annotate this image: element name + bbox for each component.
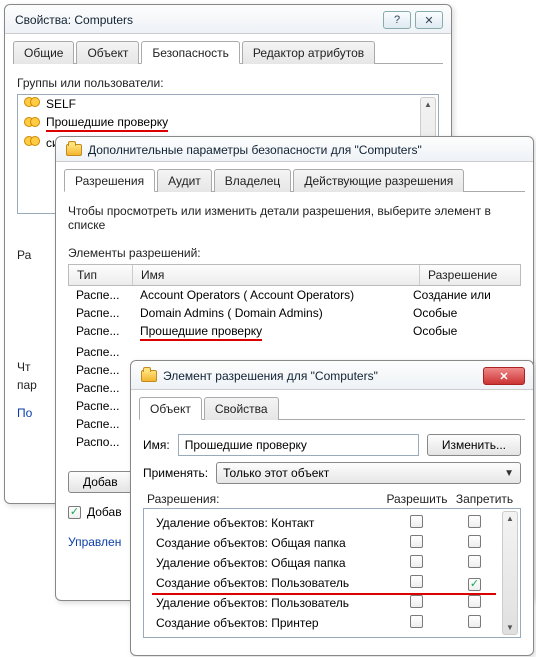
apply-label: Применять:	[143, 466, 208, 480]
name-label: Имя:	[143, 438, 170, 452]
titlebar: Дополнительные параметры безопасности дл…	[56, 137, 533, 162]
change-button[interactable]: Изменить...	[427, 434, 521, 456]
manage-link[interactable]: Управлен	[68, 535, 121, 549]
close-button[interactable]: ✕	[483, 367, 525, 385]
allow-header: Разрешить	[382, 492, 452, 506]
window-title: Элемент разрешения для "Computers"	[163, 369, 378, 383]
close-button[interactable]: ✕	[415, 11, 443, 29]
permission-label: Создание объектов: Общая папка	[148, 536, 381, 550]
folder-icon	[66, 144, 82, 156]
include-label: Добав	[87, 505, 122, 519]
help-button[interactable]: ?	[383, 11, 411, 29]
entries-label: Элементы разрешений:	[68, 246, 521, 260]
deny-checkbox[interactable]	[468, 555, 481, 568]
tab-effective[interactable]: Действующие разрешения	[293, 169, 464, 192]
list-item-label: Прошедшие проверку	[46, 115, 168, 132]
tab-general[interactable]: Общие	[13, 41, 74, 64]
permission-label: Создание объектов: Принтер	[148, 616, 381, 630]
apply-value: Только этот объект	[223, 466, 329, 480]
col-perm[interactable]: Разрешение	[420, 265, 520, 285]
permission-label: Удаление объектов: Пользователь	[148, 596, 381, 610]
allow-checkbox[interactable]	[410, 575, 423, 588]
tab-permissions[interactable]: Разрешения	[64, 169, 155, 192]
users-icon	[24, 117, 40, 131]
tab-attributes[interactable]: Редактор атрибутов	[242, 41, 375, 64]
allow-checkbox[interactable]	[410, 595, 423, 608]
permission-row: Создание объектов: Пользователь	[144, 573, 520, 593]
window-buttons: ✕	[483, 367, 525, 385]
name-row: Имя: Прошедшие проверку Изменить...	[143, 434, 521, 456]
tabs: Разрешения Аудит Владелец Действующие ра…	[64, 168, 525, 192]
table-row[interactable]: Распе... Domain Admins ( Domain Admins) …	[68, 304, 521, 322]
permission-label: Создание объектов: Пользователь	[148, 576, 381, 590]
deny-checkbox[interactable]	[468, 515, 481, 528]
tab-object[interactable]: Объект	[76, 41, 139, 64]
include-checkbox[interactable]	[68, 506, 81, 519]
allow-checkbox[interactable]	[410, 535, 423, 548]
window-title: Дополнительные параметры безопасности дл…	[88, 143, 422, 157]
table-header: Тип Имя Разрешение	[68, 264, 521, 286]
permission-row: Создание объектов: Принтер	[144, 613, 520, 633]
tab-object[interactable]: Объект	[139, 397, 202, 420]
perm-header-label: Разрешения:	[147, 492, 382, 506]
scrollbar[interactable]	[502, 511, 518, 635]
window-title: Свойства: Computers	[15, 13, 133, 27]
tab-audit[interactable]: Аудит	[157, 169, 212, 192]
tab-properties[interactable]: Свойства	[204, 397, 279, 420]
tab-owner[interactable]: Владелец	[214, 169, 292, 192]
deny-checkbox[interactable]	[468, 578, 481, 591]
tab-security[interactable]: Безопасность	[141, 41, 240, 64]
table-row[interactable]: Распе... Прошедшие проверку Особые	[68, 322, 521, 343]
advanced-link[interactable]: По	[17, 406, 32, 420]
col-type[interactable]: Тип	[69, 265, 133, 285]
permission-row: Удаление объектов: Общая папка	[144, 553, 520, 573]
apply-row: Применять: Только этот объект ▼	[143, 462, 521, 484]
folder-icon	[141, 370, 157, 382]
users-icon	[24, 136, 40, 150]
permission-row: Создание объектов: Общая папка	[144, 533, 520, 553]
permissions-listbox: Удаление объектов: Контакт Создание объек…	[143, 508, 521, 638]
permission-row: Удаление объектов: Контакт	[144, 513, 520, 533]
list-item-label: SELF	[46, 97, 76, 111]
table-row[interactable]: Распе...	[68, 343, 521, 361]
deny-checkbox[interactable]	[468, 535, 481, 548]
add-button[interactable]: Добав	[68, 471, 133, 493]
deny-header: Запретить	[452, 492, 517, 506]
apply-select[interactable]: Только этот объект ▼	[216, 462, 521, 484]
tabs: Общие Объект Безопасность Редактор атриб…	[13, 40, 443, 64]
object-pane: Имя: Прошедшие проверку Изменить... Прим…	[131, 420, 533, 646]
chevron-down-icon: ▼	[504, 468, 514, 479]
titlebar: Элемент разрешения для "Computers" ✕	[131, 361, 533, 390]
list-item-authenticated[interactable]: Прошедшие проверку	[18, 113, 438, 134]
titlebar: Свойства: Computers ? ✕	[5, 5, 451, 34]
table-row[interactable]: Распе... Account Operators ( Account Ope…	[68, 286, 521, 304]
allow-checkbox[interactable]	[410, 615, 423, 628]
permission-label: Удаление объектов: Общая папка	[148, 556, 381, 570]
deny-checkbox[interactable]	[468, 595, 481, 608]
name-field[interactable]: Прошедшие проверку	[178, 434, 419, 456]
col-name[interactable]: Имя	[133, 265, 420, 285]
list-item-self[interactable]: SELF	[18, 95, 438, 113]
help-text: Чтобы просмотреть или изменить детали ра…	[68, 204, 521, 232]
permission-entry-window: Элемент разрешения для "Computers" ✕ Объ…	[130, 360, 534, 656]
deny-checkbox[interactable]	[468, 615, 481, 628]
permission-label: Удаление объектов: Контакт	[148, 516, 381, 530]
tabs: Объект Свойства	[139, 396, 525, 420]
window-buttons: ? ✕	[383, 11, 443, 29]
highlight-underline	[152, 593, 496, 595]
allow-checkbox[interactable]	[410, 515, 423, 528]
users-icon	[24, 97, 40, 111]
groups-label: Группы или пользователи:	[17, 76, 439, 90]
allow-checkbox[interactable]	[410, 555, 423, 568]
permission-row: Удаление объектов: Пользователь	[144, 593, 520, 613]
